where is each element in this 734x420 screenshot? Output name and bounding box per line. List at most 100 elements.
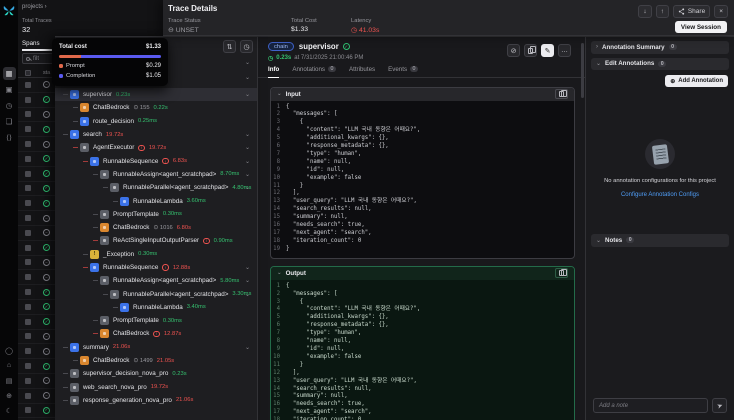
- select-all-checkbox[interactable]: [25, 70, 31, 76]
- tab-info[interactable]: Info: [268, 66, 279, 78]
- trace-tree-row[interactable]: web_search_nova_pro19.72s: [55, 381, 257, 394]
- trace-tree-row[interactable]: ChatBedrock⊙ 149921.05s: [55, 354, 257, 367]
- row-checkbox[interactable]: [25, 393, 31, 399]
- row-checkbox[interactable]: [25, 141, 31, 147]
- chevron-down-icon[interactable]: ⌄: [245, 291, 250, 298]
- previous-trace-button[interactable]: ↓: [638, 5, 651, 18]
- copy-input-button[interactable]: [555, 89, 568, 99]
- row-checkbox[interactable]: [25, 333, 31, 339]
- tree-connector: [63, 134, 68, 135]
- configure-annotation-configs-link[interactable]: Configure Annotation Configs: [621, 192, 699, 198]
- share-button[interactable]: Share: [673, 5, 710, 18]
- chevron-down-icon[interactable]: ⌄: [245, 264, 250, 271]
- row-checkbox[interactable]: [25, 171, 31, 177]
- chevron-down-icon[interactable]: ⌄: [245, 184, 250, 191]
- row-checkbox[interactable]: [25, 215, 31, 221]
- trace-tree-row[interactable]: RunnableSequence!12.88s⌄: [55, 261, 257, 274]
- trace-tree-row[interactable]: RunnableLambda3.60ms: [55, 194, 257, 207]
- row-checkbox[interactable]: [25, 245, 31, 251]
- note-input[interactable]: Add a note: [593, 398, 708, 413]
- row-checkbox[interactable]: [25, 304, 31, 310]
- breadcrumb[interactable]: projects ›: [22, 4, 47, 10]
- row-checkbox[interactable]: [25, 259, 31, 265]
- trace-tree-row[interactable]: response_generation_nova_pro21.06s: [55, 394, 257, 407]
- view-session-button[interactable]: View Session: [675, 21, 727, 33]
- row-checkbox[interactable]: [25, 319, 31, 325]
- trace-tree-row[interactable]: search19.72s⌄: [55, 128, 257, 141]
- row-checkbox[interactable]: [25, 82, 31, 88]
- row-checkbox[interactable]: [25, 185, 31, 191]
- copy-output-button[interactable]: [555, 268, 568, 278]
- row-checkbox[interactable]: [25, 363, 31, 369]
- latency-toggle-button[interactable]: ◷: [240, 40, 253, 53]
- chevron-down-icon[interactable]: ⌄: [245, 171, 250, 178]
- copy-span-button[interactable]: [524, 44, 537, 57]
- trace-tree-row[interactable]: RunnableSequence!6.83s⌄: [55, 154, 257, 167]
- trace-tree-row[interactable]: !_Exception0.30ms: [55, 248, 257, 261]
- expand-collapse-button[interactable]: ⇅: [223, 40, 236, 53]
- annotation-summary-header[interactable]: › Annotation Summary 0: [591, 41, 729, 54]
- trace-tree-row[interactable]: summary21.06s⌄: [55, 341, 257, 354]
- trace-tree-row[interactable]: ChatBedrock⊙ 1550.22s: [55, 101, 257, 114]
- org-icon[interactable]: ⌂: [3, 359, 16, 372]
- trace-tree-row[interactable]: route_decision0.25ms: [55, 115, 257, 128]
- prompts-icon[interactable]: ❏: [3, 115, 16, 128]
- row-checkbox[interactable]: [25, 156, 31, 162]
- output-card-header[interactable]: ⌄ Output: [271, 267, 574, 280]
- globe-icon[interactable]: ⊕: [3, 389, 16, 402]
- chevron-down-icon[interactable]: ⌄: [245, 91, 250, 98]
- docs-icon[interactable]: ▤: [3, 374, 16, 387]
- trace-tree-row[interactable]: RunnableAssign<agent_scratchpad>5.80ms⌄: [55, 274, 257, 287]
- status-icon-button[interactable]: ⊘: [507, 44, 520, 57]
- apis-icon[interactable]: ⟨⟩: [3, 131, 16, 144]
- add-annotation-button[interactable]: ⊕ Add Annotation: [665, 75, 728, 87]
- trace-tree-row[interactable]: RunnableAssign<agent_scratchpad>8.70ms⌄: [55, 168, 257, 181]
- row-checkbox[interactable]: [25, 289, 31, 295]
- chevron-down-icon[interactable]: ⌄: [245, 158, 250, 165]
- close-button[interactable]: ×: [714, 5, 728, 18]
- send-note-button[interactable]: ➤: [712, 398, 727, 413]
- chevron-down-icon[interactable]: ⌄: [245, 59, 250, 66]
- trace-tree-row[interactable]: supervisor0.23s⌄: [55, 88, 257, 101]
- chevron-down-icon[interactable]: ⌄: [245, 144, 250, 151]
- input-card-header[interactable]: ⌄ Input: [271, 88, 574, 101]
- trace-tree-row[interactable]: RunnableParallel<agent_scratchpad>3.30ms…: [55, 287, 257, 300]
- github-icon[interactable]: ◯: [3, 344, 16, 357]
- row-checkbox[interactable]: [25, 111, 31, 117]
- trace-tree-row[interactable]: RunnableLambda3.40ms: [55, 301, 257, 314]
- row-checkbox[interactable]: [25, 407, 31, 413]
- clock-icon[interactable]: ◷: [3, 99, 16, 112]
- trace-tree-row[interactable]: PromptTemplate0.30ms: [55, 314, 257, 327]
- edit-annotation-button[interactable]: ✎: [541, 44, 554, 57]
- row-checkbox[interactable]: [25, 348, 31, 354]
- chevron-down-icon[interactable]: ⌄: [245, 131, 250, 138]
- trace-tree-row[interactable]: ChatBedrock!12.87s: [55, 327, 257, 340]
- row-checkbox[interactable]: [25, 378, 31, 384]
- trace-tree-row[interactable]: PromptTemplate0.30ms: [55, 208, 257, 221]
- tab-spans[interactable]: Spans: [22, 40, 40, 47]
- row-checkbox[interactable]: [25, 230, 31, 236]
- trace-tree-row[interactable]: ChatBedrock⊙ 10166.80s: [55, 221, 257, 234]
- total-cost-stat[interactable]: Total Cost $1.33: [291, 18, 317, 33]
- trace-tree-row[interactable]: RunnableParallel<agent_scratchpad>4.80ms…: [55, 181, 257, 194]
- tab-attributes[interactable]: Attributes: [349, 66, 375, 77]
- projects-icon[interactable]: ▦: [3, 67, 16, 80]
- trace-tree-row[interactable]: AgentExecutor!19.72s⌄: [55, 141, 257, 154]
- datasets-icon[interactable]: ▣: [3, 83, 16, 96]
- chevron-down-icon[interactable]: ⌄: [245, 277, 250, 284]
- row-checkbox[interactable]: [25, 200, 31, 206]
- tab-events[interactable]: Events0: [388, 66, 418, 77]
- more-options-button[interactable]: …: [558, 44, 571, 57]
- chevron-down-icon[interactable]: ⌄: [245, 344, 250, 351]
- tab-annotations[interactable]: Annotations0: [292, 66, 336, 77]
- trace-tree-row[interactable]: supervisor_decision_nova_pro0.23s: [55, 367, 257, 380]
- notes-header[interactable]: ⌄ Notes 0: [591, 234, 729, 247]
- row-checkbox[interactable]: [25, 97, 31, 103]
- edit-annotations-header[interactable]: ⌄ Edit Annotations 0: [591, 58, 729, 71]
- trace-tree-row[interactable]: ReActSingleInputOutputParser!0.90ms: [55, 234, 257, 247]
- row-checkbox[interactable]: [25, 274, 31, 280]
- theme-moon-icon[interactable]: ☾: [3, 404, 16, 417]
- row-checkbox[interactable]: [25, 126, 31, 132]
- next-trace-button[interactable]: ↑: [656, 5, 669, 18]
- chevron-down-icon[interactable]: ⌄: [245, 74, 250, 81]
